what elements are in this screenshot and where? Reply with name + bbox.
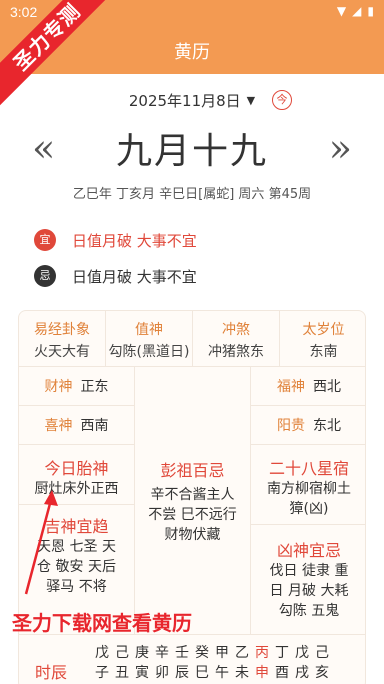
hour-column[interactable]: 庚寅 xyxy=(135,643,149,683)
hour-branch: 午 xyxy=(215,665,229,681)
hours-row[interactable]: 时辰 戊子己丑庚寅辛卯壬辰癸巳甲午乙未丙申丁酉戊戌己亥 xyxy=(19,635,365,684)
pengzu-line1: 辛不合酱主人 xyxy=(150,487,235,503)
hour-branch: 寅 xyxy=(135,665,149,681)
hour-branch: 卯 xyxy=(155,665,169,681)
hour-branch: 亥 xyxy=(315,665,329,681)
hour-stem: 戊 xyxy=(295,645,309,661)
fushen-value: 西北 xyxy=(313,379,341,395)
hour-branch: 子 xyxy=(95,665,109,681)
xiongshen-line1: 伐日 徒隶 重 xyxy=(269,563,349,579)
xishen-label: 喜神 xyxy=(44,418,73,434)
xiu-line1: 南方柳宿柳土 xyxy=(267,481,351,497)
hour-stem: 甲 xyxy=(215,645,229,661)
taisui-title: 太岁位 xyxy=(302,322,345,338)
xishen-value: 西南 xyxy=(80,418,109,434)
zhishen-title: 值神 xyxy=(135,322,163,338)
hour-stem: 癸 xyxy=(195,645,209,661)
yi-text: 日值月破 大事不宜 xyxy=(72,231,197,250)
yanggui-label: 阳贵 xyxy=(277,418,305,434)
hour-stem: 己 xyxy=(115,645,129,661)
status-icons: ▼ ◢ ▮ xyxy=(337,4,374,18)
ji-text: 日值月破 大事不宜 xyxy=(72,267,197,286)
xiongshen-title: 凶神宜忌 xyxy=(276,541,341,560)
today-button[interactable]: 今 xyxy=(272,90,292,110)
wifi-icon: ▼ xyxy=(336,4,347,18)
hour-column[interactable]: 乙未 xyxy=(235,643,249,683)
pengzu-line2: 不尝 巳不远行 xyxy=(148,507,237,523)
hour-stem: 丙 xyxy=(255,645,269,661)
watermark-text: 圣力下载网查看黄历 xyxy=(12,611,192,635)
ganzhi-info: 乙巳年 丁亥月 辛巳日[属蛇] 周六 第45周 xyxy=(72,187,312,202)
hour-stem: 己 xyxy=(315,645,329,661)
hour-column[interactable]: 己亥 xyxy=(315,643,329,683)
hour-column[interactable]: 丙申 xyxy=(255,643,269,683)
lunar-date: 九月十九 xyxy=(115,131,268,172)
xiongshen-line3: 勾陈 五鬼 xyxy=(278,603,340,619)
hour-column[interactable]: 戊戌 xyxy=(295,643,309,683)
taisui-value: 东南 xyxy=(309,344,338,360)
caishen-value: 正东 xyxy=(80,379,109,395)
pengzu-line3: 财物伏藏 xyxy=(164,527,221,543)
yi-notice: 宜 日值月破 大事不宜 xyxy=(34,229,197,251)
fushen-cell[interactable]: 福神 西北 xyxy=(251,367,365,406)
hexagram-title: 易经卦象 xyxy=(34,322,90,338)
pengzu-title: 彭祖百忌 xyxy=(160,461,225,480)
hexagram-value: 火天大有 xyxy=(34,344,90,360)
status-time: 3:02 xyxy=(10,4,38,20)
taishen-title: 今日胎神 xyxy=(44,459,109,478)
hour-column[interactable]: 辛卯 xyxy=(155,643,169,683)
selected-date[interactable]: 2025年11月8日 xyxy=(129,90,241,111)
hour-stem: 壬 xyxy=(175,645,189,661)
hour-branch: 未 xyxy=(235,665,249,681)
hour-branch: 申 xyxy=(255,665,269,681)
hour-stem: 丁 xyxy=(275,645,289,661)
chongsha-cell[interactable]: 冲煞 冲猪煞东 xyxy=(193,311,280,367)
hour-column[interactable]: 壬辰 xyxy=(175,643,189,683)
hour-column[interactable]: 甲午 xyxy=(215,643,229,683)
next-day-button[interactable]: » xyxy=(329,126,352,170)
yanggui-cell[interactable]: 阳贵 东北 xyxy=(251,406,365,445)
hour-column[interactable]: 癸巳 xyxy=(195,643,209,683)
yanggui-value: 东北 xyxy=(313,418,341,434)
taisui-cell[interactable]: 太岁位 东南 xyxy=(280,311,365,367)
battery-icon: ▮ xyxy=(367,4,374,18)
chongsha-value: 冲猪煞东 xyxy=(208,344,264,360)
signal-icon: ◢ xyxy=(352,4,362,18)
arrow-icon xyxy=(24,490,58,595)
zhishen-cell[interactable]: 值神 勾陈(黑道日) xyxy=(106,311,193,367)
xishen-cell[interactable]: 喜神 西南 xyxy=(19,406,135,445)
ji-notice: 忌 日值月破 大事不宜 xyxy=(34,265,197,287)
ji-badge: 忌 xyxy=(34,265,56,287)
date-selector[interactable]: 2025年11月8日 ▼ xyxy=(0,88,384,112)
xiongshen-line2: 日 月破 大耗 xyxy=(269,583,349,599)
hour-stem: 戊 xyxy=(95,645,109,661)
pengzu-cell[interactable]: 彭祖百忌 辛不合酱主人 不尝 巳不远行 财物伏藏 xyxy=(135,367,251,635)
hour-branch: 辰 xyxy=(175,665,189,681)
hour-branch: 戌 xyxy=(295,665,309,681)
hour-branch: 丑 xyxy=(115,665,129,681)
fushen-label: 福神 xyxy=(277,379,305,395)
zhishen-value: 勾陈(黑道日) xyxy=(108,344,190,360)
hour-column[interactable]: 丁酉 xyxy=(275,643,289,683)
hour-column[interactable]: 戊子 xyxy=(95,643,109,683)
hour-stem: 乙 xyxy=(235,645,249,661)
xiu-title: 二十八星宿 xyxy=(268,459,349,478)
xiongshen-cell[interactable]: 凶神宜忌 伐日 徒隶 重 日 月破 大耗 勾陈 五鬼 xyxy=(251,525,365,635)
screen: 3:02 ▼ ◢ ▮ 黄历 圣力专测 2025年11月8日 ▼ 今 « 九月十九… xyxy=(0,0,384,684)
hexagram-cell[interactable]: 易经卦象 火天大有 xyxy=(19,311,106,367)
hours-label: 时辰 xyxy=(35,663,68,682)
caishen-label: 财神 xyxy=(44,379,73,395)
chongsha-title: 冲煞 xyxy=(222,322,250,338)
hour-column[interactable]: 己丑 xyxy=(115,643,129,683)
xiu-cell[interactable]: 二十八星宿 南方柳宿柳土 獐(凶) xyxy=(251,445,365,525)
lunar-date-row: « 九月十九 » xyxy=(0,122,384,172)
yi-badge: 宜 xyxy=(34,229,56,251)
hour-branch: 巳 xyxy=(195,665,209,681)
hour-stem: 庚 xyxy=(135,645,149,661)
hour-stem: 辛 xyxy=(155,645,169,661)
xiu-line2: 獐(凶) xyxy=(289,501,329,517)
caishen-cell[interactable]: 财神 正东 xyxy=(19,367,135,406)
hour-branch: 酉 xyxy=(275,665,289,681)
chevron-down-icon[interactable]: ▼ xyxy=(247,94,255,107)
